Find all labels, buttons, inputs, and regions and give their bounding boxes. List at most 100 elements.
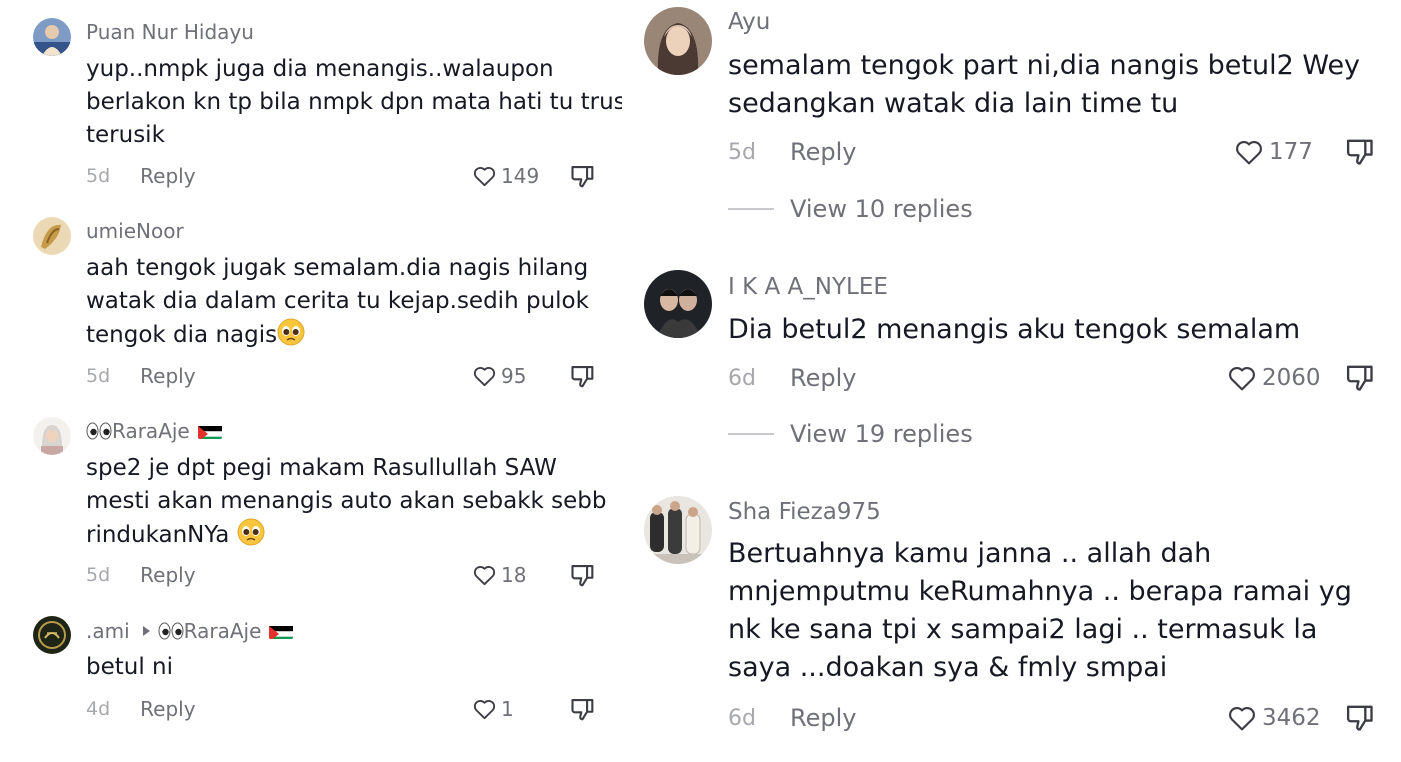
comment-date: 5d	[728, 139, 756, 165]
heart-outline-icon	[1229, 706, 1255, 731]
avatar-image	[644, 496, 712, 564]
thumbs-down-icon	[571, 166, 594, 188]
comment-text-content: spe2 je dpt pegi makam Rasullullah SAW m…	[86, 455, 607, 548]
avatar-image	[33, 616, 71, 654]
avatar-image	[33, 18, 71, 56]
dislike-button[interactable]	[569, 163, 597, 195]
comment-username[interactable]: RaraAje	[86, 419, 222, 443]
comments-panel-left: Puan Nur Hidayu yup..nmpk juga dia menan…	[0, 0, 626, 762]
reply-button[interactable]: Reply	[140, 563, 195, 587]
comment-username[interactable]: Puan Nur Hidayu	[86, 20, 254, 44]
avatar-image	[644, 7, 712, 75]
heart-outline-icon	[473, 367, 496, 387]
comment-text: semalam tengok part ni,dia nangis betul2…	[728, 50, 1361, 119]
comment-date: 6d	[728, 365, 756, 391]
comment-text: betul ni	[86, 654, 174, 680]
comment-text: Bertuahnya kamu janna .. allah dah mnjem…	[728, 538, 1352, 683]
heart-outline-icon	[473, 167, 496, 187]
comment-date: 5d	[86, 564, 111, 586]
avatar[interactable]	[33, 417, 71, 455]
dislike-button[interactable]	[569, 562, 597, 594]
comment-item: Sha Fieza975 Bertuahnya kamu janna .. al…	[622, 490, 1401, 762]
username-text: .ami	[86, 619, 130, 643]
like-count: 1	[501, 697, 514, 721]
comment-item: .ami RaraAje betul ni 4d Reply 1	[0, 600, 622, 762]
like-button[interactable]: 18	[471, 562, 526, 588]
eyes-icon	[158, 622, 184, 640]
heart-outline-icon	[1236, 140, 1262, 165]
like-count: 3462	[1262, 705, 1321, 731]
dislike-button[interactable]	[569, 363, 597, 395]
heart-outline-icon	[473, 566, 496, 586]
like-button[interactable]: 177	[1232, 136, 1313, 168]
view-replies-label: View 10 replies	[790, 195, 973, 223]
comment-item: Puan Nur Hidayu yup..nmpk juga dia menan…	[0, 0, 626, 200]
avatar[interactable]	[33, 18, 71, 56]
thumbs-down-icon	[571, 366, 594, 388]
divider	[728, 208, 774, 210]
comment-item: Ayu semalam tengok part ni,dia nangis be…	[622, 0, 1401, 250]
view-replies-label: View 19 replies	[790, 420, 973, 448]
reply-button[interactable]: Reply	[140, 697, 195, 721]
comment-text: Dia betul2 menangis aku tengok semalam	[728, 314, 1301, 345]
avatar[interactable]	[644, 270, 712, 338]
comment-date: 5d	[86, 165, 111, 187]
avatar[interactable]	[644, 496, 712, 564]
reply-button[interactable]: Reply	[790, 704, 856, 732]
dislike-button[interactable]	[1344, 136, 1377, 173]
dislike-button[interactable]	[1344, 702, 1377, 739]
comment-text-content: aah tengok jugak semalam.dia nagis hilan…	[86, 255, 589, 348]
comment-text: yup..nmpk juga dia menangis..walaupon be…	[86, 56, 626, 148]
comment-meta: 4d Reply	[86, 697, 196, 721]
thumbs-down-icon	[1346, 139, 1373, 165]
thumbs-down-icon	[1346, 705, 1373, 731]
reply-button[interactable]: Reply	[140, 364, 195, 388]
like-count: 177	[1269, 139, 1313, 165]
comment-username[interactable]: I K A A_NYLEE	[728, 274, 888, 300]
reply-button[interactable]: Reply	[790, 138, 856, 166]
like-button[interactable]: 1	[471, 696, 514, 722]
dislike-button[interactable]	[569, 696, 597, 728]
comment-date: 4d	[86, 698, 111, 720]
view-replies-button[interactable]: View 10 replies	[728, 195, 973, 223]
caret-right-icon	[142, 626, 150, 636]
avatar[interactable]	[33, 217, 71, 255]
thumbs-down-icon	[571, 565, 594, 587]
avatar[interactable]	[644, 7, 712, 75]
thumbs-down-icon	[571, 699, 594, 721]
like-count: 2060	[1262, 365, 1321, 391]
comment-username[interactable]: Ayu	[728, 9, 770, 35]
like-count: 149	[501, 164, 540, 188]
comment-meta: 5d Reply	[86, 563, 196, 587]
like-button[interactable]: 3462	[1225, 702, 1321, 734]
heart-outline-icon	[473, 700, 496, 720]
like-button[interactable]: 2060	[1225, 362, 1321, 394]
like-count: 95	[501, 364, 527, 388]
pleading-face-icon	[277, 318, 305, 346]
view-replies-button[interactable]: View 19 replies	[728, 420, 973, 448]
comments-panel-right: Ayu semalam tengok part ni,dia nangis be…	[622, 0, 1401, 762]
comment-meta: 6d Reply	[728, 364, 856, 392]
comment-item: umieNoor aah tengok jugak semalam.dia na…	[0, 200, 622, 400]
comment-username[interactable]: Sha Fieza975	[728, 499, 881, 525]
dislike-button[interactable]	[1344, 362, 1377, 399]
reply-button[interactable]: Reply	[790, 364, 856, 392]
comment-username[interactable]: umieNoor	[86, 219, 184, 243]
comment-date: 5d	[86, 365, 111, 387]
comment-meta: 5d Reply	[86, 164, 196, 188]
comment-meta: 6d Reply	[728, 704, 856, 732]
comment-item: RaraAje spe2 je dpt pegi makam Rasullull…	[0, 400, 622, 600]
reply-to-username[interactable]: RaraAje	[184, 619, 262, 643]
avatar-image	[644, 270, 712, 338]
eyes-icon	[86, 422, 112, 440]
comment-username[interactable]: .ami RaraAje	[86, 619, 294, 643]
reply-button[interactable]: Reply	[140, 164, 195, 188]
avatar[interactable]	[33, 616, 71, 654]
comment-text: aah tengok jugak semalam.dia nagis hilan…	[86, 252, 626, 352]
heart-outline-icon	[1229, 366, 1255, 391]
username-text: RaraAje	[112, 419, 190, 443]
thumbs-down-icon	[1346, 365, 1373, 391]
like-button[interactable]: 149	[471, 163, 539, 189]
palestine-flag-icon	[197, 423, 222, 439]
like-button[interactable]: 95	[471, 363, 526, 389]
